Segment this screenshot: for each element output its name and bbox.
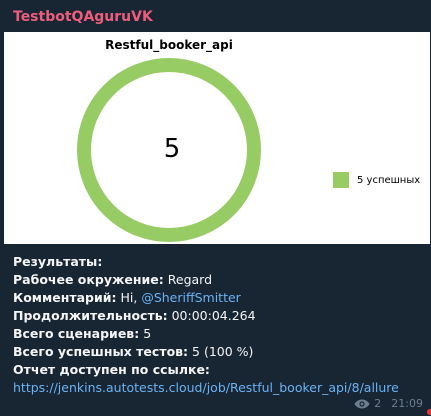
duration-line: Продолжительность: 00:00:04.264 — [13, 307, 423, 325]
environment-value: Regard — [167, 272, 213, 287]
report-label: Отчет доступен по ссылке: — [13, 362, 210, 377]
comment-line: Комментарий: Hi, @SheriffSmitter — [13, 289, 423, 307]
donut-chart — [77, 58, 261, 242]
environment-line: Рабочее окружение: Regard — [13, 271, 423, 289]
scenarios-label: Всего сценариев: — [13, 326, 140, 341]
legend-label: 5 успешных — [357, 174, 421, 186]
chart-center-value: 5 — [163, 134, 181, 164]
duration-label: Продолжительность: — [13, 308, 168, 323]
sender-name[interactable]: TestbotQAguruVK — [13, 9, 153, 25]
results-header: Результаты: — [13, 254, 103, 269]
comment-prefix: Hi, — [120, 290, 138, 305]
views-count: 2 — [374, 397, 382, 410]
legend-swatch — [333, 172, 349, 188]
chart-legend: 5 успешных — [333, 172, 420, 188]
scenarios-line: Всего сценариев: 5 — [13, 325, 423, 343]
passed-line: Всего успешных тестов: 5 (100 %) — [13, 343, 423, 361]
duration-value: 00:00:04.264 — [171, 308, 256, 323]
comment-label: Комментарий: — [13, 290, 117, 305]
report-chart-image[interactable]: Restful_booker_api 5 5 успешных — [4, 32, 430, 244]
message-time: 21:09 — [391, 397, 423, 410]
report-link[interactable]: https://jenkins.autotests.cloud/job/Rest… — [13, 379, 423, 397]
scenarios-value: 5 — [143, 326, 152, 341]
message-meta: 2 21:09 — [354, 397, 423, 410]
user-mention-link[interactable]: @SheriffSmitter — [141, 290, 241, 305]
passed-label: Всего успешных тестов: — [13, 344, 189, 359]
unread-indicator — [427, 409, 431, 415]
passed-value: 5 (100 %) — [192, 344, 254, 359]
eye-icon — [354, 399, 370, 408]
message-bubble: TestbotQAguruVK Restful_booker_api 5 5 у… — [0, 0, 431, 416]
message-text: Результаты: Рабочее окружение: Regard Ко… — [13, 253, 423, 397]
environment-label: Рабочее окружение: — [13, 272, 164, 287]
